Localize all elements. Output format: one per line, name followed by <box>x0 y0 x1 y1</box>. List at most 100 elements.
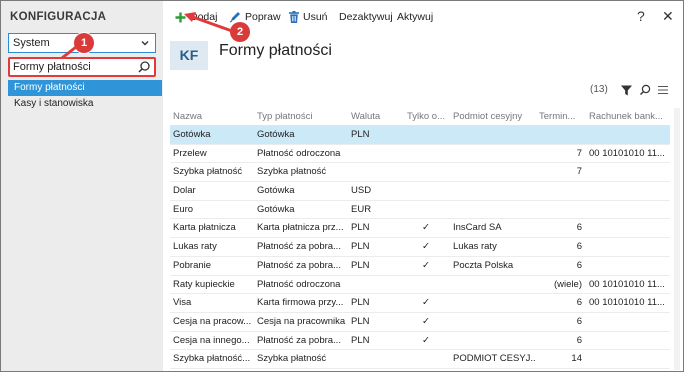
table-cell <box>586 257 670 275</box>
table-cell: Pobranie <box>173 259 212 271</box>
table-cell <box>402 350 450 368</box>
table-cell: 00 10101010 11... <box>589 147 665 159</box>
menu-icon[interactable] <box>658 85 668 95</box>
table-cell <box>450 332 536 350</box>
table-row[interactable]: Raty kupieckie Płatność odroczona (wiele) 0… <box>170 276 670 295</box>
column-header-typ[interactable]: Typ płatności <box>254 108 348 125</box>
vertical-scrollbar[interactable] <box>674 108 680 370</box>
help-button[interactable]: ? <box>637 8 645 24</box>
table-cell: PLN <box>351 334 370 346</box>
table-cell <box>348 350 402 368</box>
table-cell <box>586 350 670 368</box>
table-cell <box>450 313 536 331</box>
add-button[interactable]: Dodaj <box>175 10 217 24</box>
table-row[interactable]: Lukas raty Płatność za pobra... PLN ✓ Lukas … <box>170 238 670 257</box>
table-cell: PODMIOT CESYJ... <box>453 353 536 365</box>
table-row[interactable]: Visa Karta firmowa przy... PLN ✓ 6 00 1010101… <box>170 294 670 313</box>
delete-button-label: Usuń <box>303 11 328 23</box>
table-cell <box>586 126 670 144</box>
table-cell: 6 <box>576 222 582 234</box>
table-cell <box>402 182 450 200</box>
table-cell: ✓ <box>422 297 430 309</box>
column-header-podmiot[interactable]: Podmiot cesyjny <box>450 108 536 125</box>
activate-button-label: Aktywuj <box>397 11 434 23</box>
table-cell: Visa <box>173 297 192 309</box>
table-cell: 6 <box>576 241 582 253</box>
table-cell: ✓ <box>422 241 430 253</box>
table-cell <box>450 276 536 294</box>
column-header-tylko[interactable]: Tylko o... <box>402 108 450 125</box>
deactivate-button[interactable]: Dezaktywuj <box>339 10 393 24</box>
close-button[interactable]: ✕ <box>662 8 674 25</box>
table-cell: Płatność odroczona <box>257 278 341 290</box>
sidebar: KONFIGURACJA System Formy płatności Form… <box>1 1 163 371</box>
edit-button-label: Popraw <box>245 11 281 23</box>
step-badge-2: 2 <box>230 22 250 42</box>
page-title: Formy płatności <box>219 42 332 59</box>
table-cell: (wiele) <box>554 278 582 290</box>
table-cell: Cesja na innego... <box>173 334 250 346</box>
table-cell: Euro <box>173 203 194 215</box>
table-row[interactable]: Cesja na pracow... Cesja na pracownika PLN… <box>170 313 670 332</box>
table-cell <box>536 126 586 144</box>
table-cell: PLN <box>351 129 370 140</box>
table-row[interactable]: Szybka płatność Szybka płatność 7 <box>170 163 670 183</box>
list-tools: (13) <box>590 84 668 96</box>
table-cell: Szybka płatność <box>257 353 327 365</box>
plus-icon <box>175 12 186 22</box>
table-row[interactable]: Dolar Gotówka USD <box>170 182 670 201</box>
table-cell: Gotówka <box>257 185 295 197</box>
table-cell: Szybka płatność <box>257 166 327 178</box>
sidebar-item-formy-platnosci[interactable]: Formy płatności <box>8 80 162 96</box>
column-header-rachunek[interactable]: Rachunek bank... <box>586 108 670 125</box>
table-cell <box>586 238 670 256</box>
table-cell <box>586 201 670 219</box>
table-cell <box>348 163 402 181</box>
table-cell <box>348 145 402 163</box>
table-cell: 6 <box>576 297 582 309</box>
table-cell: Gotówka <box>257 203 295 215</box>
table-cell: 00 10101010 11... <box>589 278 665 290</box>
step-badge-1: 1 <box>74 33 94 53</box>
table-row[interactable]: Euro Gotówka EUR <box>170 201 670 220</box>
table-cell: Płatność za pobra... <box>257 259 341 271</box>
table-cell <box>586 163 670 181</box>
column-header-nazwa[interactable]: Nazwa <box>170 108 254 125</box>
table-row[interactable]: Gotówka Gotówka PLN <box>170 126 670 145</box>
table-cell: 7 <box>576 166 582 178</box>
activate-button[interactable]: Aktywuj <box>397 10 433 24</box>
table-cell <box>402 126 450 144</box>
table-cell <box>536 201 586 219</box>
table-cell <box>450 182 536 200</box>
table-cell: Płatność za pobra... <box>257 241 341 253</box>
table-cell: Płatność odroczona <box>257 147 341 159</box>
table-cell: ✓ <box>422 259 430 271</box>
table-cell: PLN <box>351 297 370 309</box>
table-row[interactable]: Karta płatnicza Karta płatnicza prz... PLN… <box>170 219 670 239</box>
delete-button[interactable]: Usuń <box>289 10 328 24</box>
column-header-termin[interactable]: Termin... <box>536 108 586 125</box>
add-button-label: Dodaj <box>190 11 218 23</box>
table-cell: 6 <box>576 259 582 271</box>
table-cell: Raty kupieckie <box>173 278 235 290</box>
table-cell: 6 <box>576 315 582 327</box>
table-cell: Karta płatnicza prz... <box>257 222 344 234</box>
deactivate-button-label: Dezaktywuj <box>339 11 393 23</box>
table-row[interactable]: Pobranie Płatność za pobra... PLN ✓ Poczta P… <box>170 257 670 276</box>
table-row[interactable]: Przelew Płatność odroczona 7 00 10101010 11… <box>170 145 670 164</box>
table-cell: Szybka płatność... <box>173 353 251 365</box>
search-icon[interactable] <box>137 60 151 74</box>
table-cell: 7 <box>576 147 582 159</box>
table-row[interactable]: Szybka płatność... Szybka płatność PODMIOT… <box>170 350 670 369</box>
column-header-waluta[interactable]: Waluta <box>348 108 402 125</box>
filter-icon[interactable] <box>621 85 632 96</box>
record-count: (13) <box>590 84 608 95</box>
table-row[interactable]: Cesja na innego... Płatność za pobra... PL… <box>170 332 670 351</box>
table-cell: InsCard SA <box>453 222 502 234</box>
chevron-down-icon <box>141 41 149 46</box>
table-cell: Cesja na pracownika <box>257 315 346 327</box>
module-tile: KF <box>170 41 208 70</box>
search-icon[interactable] <box>639 84 651 96</box>
sidebar-item-kasy-i-stanowiska[interactable]: Kasy i stanowiska <box>8 96 162 112</box>
sidebar-search-input[interactable]: Formy płatności <box>8 57 156 77</box>
